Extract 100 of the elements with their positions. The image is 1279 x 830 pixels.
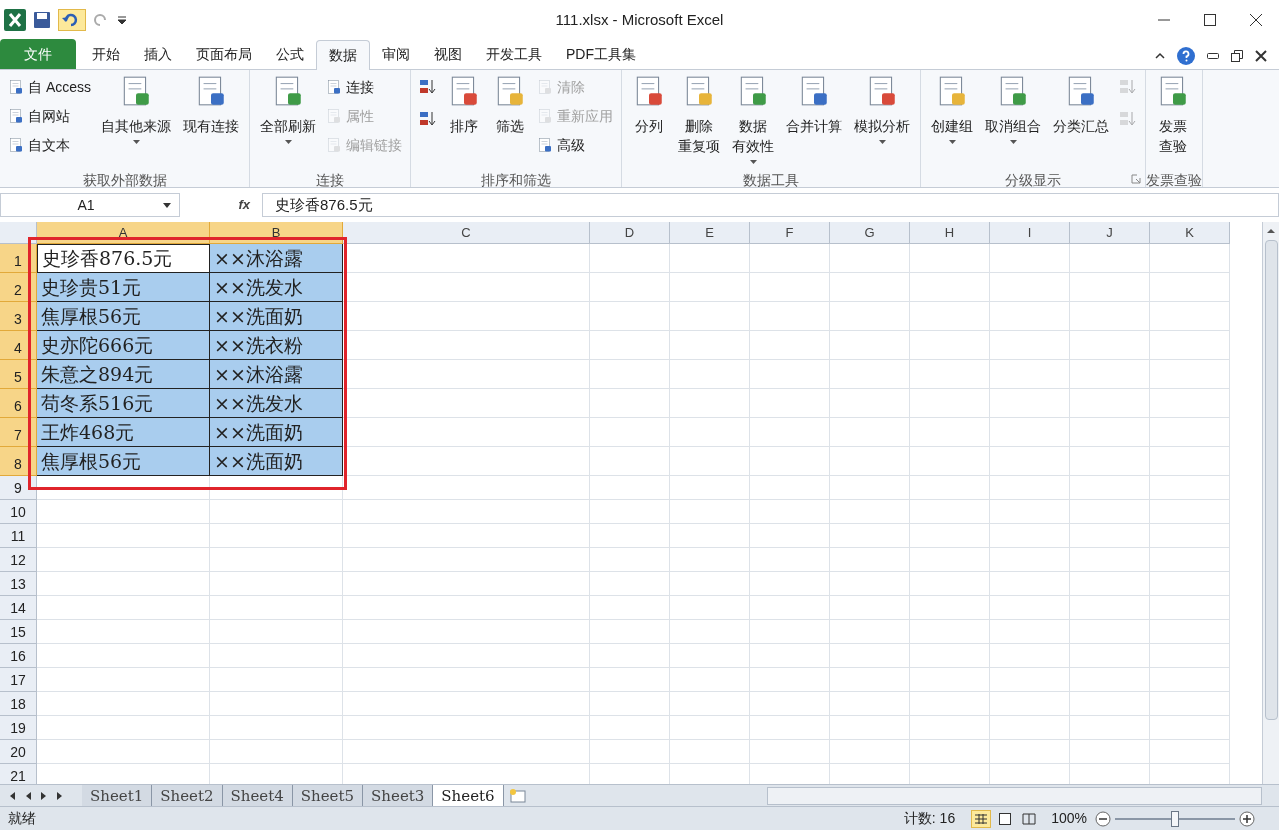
ribbon-button[interactable]: 高级 — [533, 132, 617, 158]
sheet-tab[interactable]: Sheet5 — [292, 784, 364, 807]
row-header[interactable]: 14 — [0, 596, 37, 620]
row-header[interactable]: 19 — [0, 716, 37, 740]
group-label: 排序和筛选 — [481, 170, 551, 190]
ribbon-tab[interactable]: 视图 — [422, 39, 474, 69]
name-box[interactable]: A1 — [0, 193, 180, 217]
ribbon-button[interactable]: 筛选 — [487, 70, 533, 170]
column-header[interactable]: G — [830, 222, 910, 244]
group-label: 发票查验 — [1146, 170, 1202, 190]
scroll-up-icon[interactable] — [1266, 226, 1276, 236]
count-text: 计数: 16 — [903, 809, 956, 828]
table-cell: 史珍香876.5元 — [37, 244, 210, 273]
table-cell: ××洗面奶 — [210, 302, 343, 331]
ribbon-button[interactable]: 分列 — [626, 70, 672, 170]
caret-icon — [948, 140, 956, 144]
ribbon-tab[interactable]: 开发工具 — [474, 39, 554, 69]
ribbon-tab[interactable]: 开始 — [80, 39, 132, 69]
ribbon-button[interactable]: 数据 有效性 — [726, 70, 780, 170]
column-header[interactable]: I — [990, 222, 1070, 244]
column-header[interactable]: C — [343, 222, 590, 244]
zoom-level[interactable]: 100% — [1051, 808, 1087, 829]
ribbon-button[interactable]: 取消组合 — [979, 70, 1047, 170]
function-button[interactable]: fx — [238, 195, 250, 215]
formula-field[interactable]: 史珍香876.5元 — [262, 193, 1279, 217]
ribbon-button[interactable]: 排序 — [441, 70, 487, 170]
row-header[interactable]: 16 — [0, 644, 37, 668]
file-tab[interactable]: 文件 — [0, 39, 76, 69]
column-header[interactable]: F — [750, 222, 830, 244]
save-icon[interactable] — [34, 12, 50, 28]
minimize-icon[interactable] — [1207, 52, 1219, 60]
row-header[interactable]: 13 — [0, 572, 37, 596]
sheet-nav-icon[interactable] — [24, 790, 32, 801]
normal-view-icon[interactable] — [971, 809, 992, 828]
row-header[interactable]: 18 — [0, 692, 37, 716]
dialog-launcher-icon[interactable] — [1131, 174, 1141, 184]
caret-icon — [163, 202, 171, 208]
column-header[interactable]: K — [1150, 222, 1230, 244]
chevron-up-icon[interactable] — [1155, 52, 1165, 60]
sheet-tab[interactable]: Sheet1 — [82, 784, 153, 807]
document-icon — [537, 108, 553, 124]
spreadsheet-logo-icon[interactable] — [4, 9, 26, 31]
row-header[interactable]: 12 — [0, 548, 37, 572]
sheet-nav-icon[interactable] — [56, 790, 64, 801]
column-header[interactable]: H — [910, 222, 990, 244]
row-header[interactable]: 21 — [0, 764, 37, 784]
column-header[interactable]: B — [210, 222, 343, 244]
customize-caret-icon[interactable] — [118, 16, 126, 24]
ribbon-button[interactable]: 发票 查验 — [1150, 70, 1196, 170]
row-header[interactable]: 11 — [0, 524, 37, 548]
sheet-tab[interactable]: Sheet2 — [152, 784, 223, 807]
table-cell: ××洗发水 — [210, 389, 343, 418]
ribbon-button[interactable]: 自其他来源 — [95, 70, 177, 170]
restore-icon[interactable] — [1231, 50, 1243, 62]
ribbon-button[interactable]: 全部刷新 — [254, 70, 322, 170]
ribbon-button[interactable]: 现有连接 — [177, 70, 245, 170]
ribbon-button[interactable]: 分类汇总 — [1047, 70, 1115, 170]
table-cell: 焦厚根56元 — [37, 302, 210, 331]
ribbon-tab[interactable]: 公式 — [264, 39, 316, 69]
undo-icon[interactable] — [58, 9, 86, 31]
document-icon — [8, 137, 24, 153]
horizontal-scrollbar[interactable] — [767, 786, 1262, 805]
zoom-in-icon[interactable] — [1239, 810, 1255, 827]
ribbon-tab[interactable]: PDF工具集 — [554, 39, 648, 69]
sheet-tab[interactable]: Sheet6 — [433, 784, 504, 807]
ribbon-button[interactable]: 删除 重复项 — [672, 70, 726, 170]
ribbon-tab[interactable]: 页面布局 — [184, 39, 264, 69]
ribbon-button[interactable]: 连接 — [322, 74, 406, 100]
column-header[interactable]: A — [37, 222, 210, 244]
sheet-nav-icon[interactable] — [8, 790, 16, 801]
column-header[interactable]: J — [1070, 222, 1150, 244]
column-header[interactable]: E — [670, 222, 750, 244]
table-cell: 朱意之894元 — [37, 360, 210, 389]
row-header[interactable]: 17 — [0, 668, 37, 692]
row-header[interactable]: 15 — [0, 620, 37, 644]
zoom-slider-thumb[interactable] — [1171, 810, 1179, 827]
table-cell: 焦厚根56元 — [37, 447, 210, 476]
ribbon-button[interactable]: 创建组 — [925, 70, 979, 170]
scrollbar-thumb[interactable] — [1264, 240, 1278, 720]
ribbon-tab[interactable]: 审阅 — [370, 39, 422, 69]
ribbon-button[interactable]: 模拟分析 — [848, 70, 916, 170]
ribbon-tab[interactable]: 数据 — [316, 40, 370, 70]
sheet-tab[interactable]: Sheet4 — [222, 784, 293, 807]
sheet-nav-icon[interactable] — [40, 790, 48, 801]
help-icon[interactable] — [1177, 47, 1195, 65]
column-header[interactable]: D — [590, 222, 670, 244]
ribbon-button[interactable]: 自网站 — [4, 103, 95, 129]
table-cell: ××洗面奶 — [210, 418, 343, 447]
ribbon-button[interactable]: 自文本 — [4, 132, 95, 158]
close-icon[interactable] — [1255, 50, 1267, 62]
zoom-out-icon[interactable] — [1095, 810, 1111, 827]
row-header[interactable]: 9 — [0, 476, 37, 500]
select-all-corner[interactable] — [0, 222, 37, 244]
ribbon-button[interactable]: 自 Access — [4, 74, 95, 100]
ribbon-tab[interactable]: 插入 — [132, 39, 184, 69]
row-header[interactable]: 10 — [0, 500, 37, 524]
ribbon-button[interactable]: 合并计算 — [780, 70, 848, 170]
caret-icon — [878, 140, 886, 144]
row-header[interactable]: 20 — [0, 740, 37, 764]
sheet-tab[interactable]: Sheet3 — [363, 784, 434, 807]
